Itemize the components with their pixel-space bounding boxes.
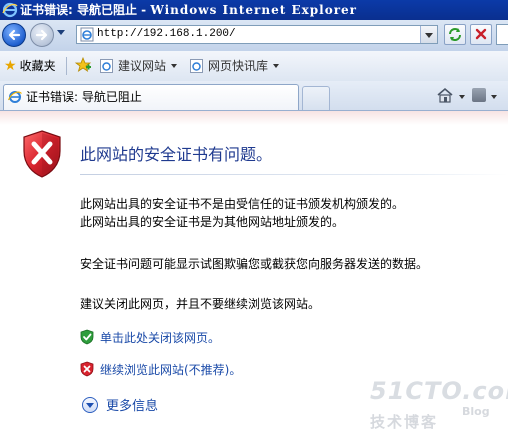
- web-slice-gallery-button[interactable]: 网页快讯库: [190, 51, 280, 81]
- search-field[interactable]: [496, 24, 508, 45]
- close-page-link-text[interactable]: 单击此处关闭该网页。: [100, 331, 220, 345]
- back-button[interactable]: [2, 23, 26, 47]
- green-shield-check-icon: [80, 329, 94, 345]
- window-title-cn: 证书错误: 导航已阻止: [20, 3, 137, 17]
- favorites-bar: ★ 收藏夹 建议网站 网页快讯库: [0, 51, 508, 82]
- home-icon[interactable]: [436, 87, 454, 103]
- window-title-app: Windows Internet Explorer: [150, 3, 357, 17]
- paragraph-mismatch-address: 此网站出具的安全证书是为其他网站地址颁发的。: [80, 215, 345, 229]
- add-favorite-icon: [74, 56, 92, 72]
- close-icon: [475, 28, 487, 40]
- more-information-label[interactable]: 更多信息: [106, 399, 158, 414]
- star-icon: ★: [4, 58, 17, 74]
- internet-explorer-icon: [8, 91, 22, 103]
- window-titlebar: 证书错误: 导航已阻止 - Windows Internet Explorer: [0, 0, 508, 20]
- paragraph-security-risk: 安全证书问题可能显示试图欺骗您或截获您向服务器发送的数据。: [80, 257, 429, 271]
- continue-link-text[interactable]: 继续浏览此网站(不推荐)。: [100, 363, 241, 377]
- suggested-sites-button[interactable]: 建议网站: [100, 51, 178, 81]
- address-dropdown-button[interactable]: [420, 26, 437, 43]
- ie-page-icon: [100, 59, 113, 73]
- refresh-button[interactable]: [444, 24, 466, 45]
- refresh-icon: [449, 28, 461, 41]
- new-tab-button[interactable]: [302, 86, 330, 110]
- add-to-favorites-bar-button[interactable]: [74, 51, 92, 81]
- stop-button[interactable]: [470, 24, 492, 45]
- close-page-link[interactable]: 单击此处关闭该网页。: [80, 329, 220, 347]
- url-text[interactable]: http://192.168.1.200/: [97, 26, 236, 43]
- watermark: 51CTO.com 技术博客 Blog: [370, 377, 508, 437]
- window-title: 证书错误: 导航已阻止 - Windows Internet Explorer: [20, 0, 357, 20]
- content-top-gradient: [0, 111, 508, 125]
- window-title-sep: -: [136, 3, 151, 17]
- watermark-site: 51CTO.com: [370, 377, 508, 405]
- expand-chevron-icon: [82, 397, 98, 413]
- address-toolbar: http://192.168.1.200/: [0, 20, 508, 52]
- page-title: 此网站的安全证书有问题。: [80, 145, 273, 164]
- chevron-down-icon: [171, 64, 178, 68]
- red-shield-x-icon: [80, 361, 94, 377]
- paragraph-recommendation: 建议关闭此网页，并且不要继续浏览该网站。: [80, 297, 321, 311]
- favorites-separator: [66, 57, 67, 75]
- chevron-down-icon: [273, 64, 280, 68]
- feed-icon[interactable]: [472, 88, 486, 102]
- favorites-label: 收藏夹: [19, 59, 56, 73]
- feed-dropdown-icon[interactable]: [491, 95, 497, 99]
- shield-error-icon: [23, 130, 61, 178]
- more-information-toggle[interactable]: 更多信息: [82, 397, 158, 416]
- forward-button[interactable]: [30, 23, 54, 47]
- home-dropdown-icon[interactable]: [459, 95, 465, 99]
- history-dropdown-icon[interactable]: [57, 30, 65, 35]
- tab-bar: 证书错误: 导航已阻止: [0, 81, 508, 111]
- tab-certificate-error[interactable]: 证书错误: 导航已阻止: [3, 84, 299, 110]
- address-field[interactable]: http://192.168.1.200/: [76, 25, 438, 44]
- paragraph-untrusted-ca: 此网站出具的安全证书不是由受信任的证书颁发机构颁发的。: [80, 197, 405, 211]
- favorites-button[interactable]: ★ 收藏夹: [4, 51, 56, 81]
- error-page-content: 此网站的安全证书有问题。 此网站出具的安全证书不是由受信任的证书颁发机构颁发的。…: [0, 111, 508, 445]
- arrow-right-icon: [35, 29, 48, 41]
- internet-explorer-icon: [2, 2, 18, 18]
- ie-page-icon: [190, 59, 203, 73]
- continue-to-website-link[interactable]: 继续浏览此网站(不推荐)。: [80, 361, 241, 379]
- arrow-left-icon: [8, 29, 21, 41]
- watermark-blog: Blog: [462, 405, 490, 418]
- title-divider: [80, 174, 508, 175]
- page-ie-icon: [80, 27, 94, 42]
- suggested-sites-label: 建议网站: [118, 59, 167, 73]
- web-slice-gallery-label: 网页快讯库: [208, 59, 269, 73]
- watermark-tagline: 技术博客: [370, 413, 439, 431]
- tab-label: 证书错误: 导航已阻止: [26, 90, 142, 104]
